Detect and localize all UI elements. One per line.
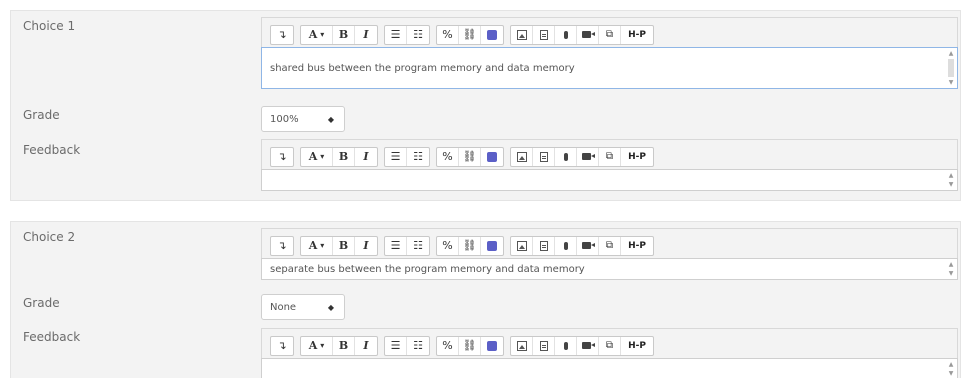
font-icon[interactable]: A ▾: [301, 147, 333, 166]
choice-2-feedback-input[interactable]: ▲ ▼: [261, 358, 958, 378]
unlink-icon[interactable]: ⛓: [459, 236, 481, 255]
link-icon[interactable]: %: [437, 336, 459, 355]
microphone-icon[interactable]: [555, 25, 577, 44]
video-icon[interactable]: [577, 236, 599, 255]
video-icon[interactable]: [577, 25, 599, 44]
undo-icon[interactable]: ↴: [271, 237, 293, 255]
undo-icon[interactable]: ↴: [271, 337, 293, 355]
media-file-icon[interactable]: [533, 336, 555, 355]
teams-icon[interactable]: [481, 237, 503, 255]
editor-toolbar: ↴ A ▾ B I ☰ ☷ % ⛓ ⧉ H-P: [261, 328, 958, 358]
choice-1-editor: ↴ A ▾ B I ☰ ☷ % ⛓ ⧉ H-P shared bus betwee…: [261, 17, 958, 89]
editor-toolbar: ↴ A ▾ B I ☰ ☷ % ⛓ ⧉ H-P: [261, 17, 958, 47]
font-icon[interactable]: A ▾: [301, 336, 333, 355]
h5p-icon[interactable]: H-P: [621, 26, 653, 44]
choice-1-answer-input[interactable]: shared bus between the program memory an…: [261, 47, 958, 89]
choice-2-grade-select[interactable]: None ◆: [261, 294, 345, 320]
microphone-icon[interactable]: [555, 336, 577, 355]
italic-icon[interactable]: I: [355, 337, 377, 355]
unordered-list-icon[interactable]: ☰: [385, 236, 407, 255]
media-file-icon[interactable]: [533, 236, 555, 255]
scrollbar[interactable]: ▲ ▼: [947, 50, 955, 86]
link-icon[interactable]: %: [437, 236, 459, 255]
undo-icon[interactable]: ↴: [271, 26, 293, 44]
editor-toolbar: ↴ A ▾ B I ☰ ☷ % ⛓ ⧉ H-P: [261, 228, 958, 258]
bold-icon[interactable]: B: [333, 236, 355, 255]
editor-toolbar: ↴ A ▾ B I ☰ ☷ % ⛓ ⧉ H-P: [261, 139, 958, 169]
manage-files-icon[interactable]: ⧉: [599, 147, 621, 166]
choice-2-grade-label: Grade: [23, 296, 60, 310]
italic-icon[interactable]: I: [355, 148, 377, 166]
link-icon[interactable]: %: [437, 25, 459, 44]
ordered-list-icon[interactable]: ☷: [407, 26, 429, 44]
choice-2-fieldset: Choice 2 ↴ A ▾ B I ☰ ☷ % ⛓ ⧉ H-P separate: [10, 221, 961, 378]
media-file-icon[interactable]: [533, 25, 555, 44]
h5p-icon[interactable]: H-P: [621, 148, 653, 166]
bold-icon[interactable]: B: [333, 25, 355, 44]
microphone-icon[interactable]: [555, 147, 577, 166]
font-icon[interactable]: A ▾: [301, 236, 333, 255]
manage-files-icon[interactable]: ⧉: [599, 25, 621, 44]
ordered-list-icon[interactable]: ☷: [407, 148, 429, 166]
teams-icon[interactable]: [481, 337, 503, 355]
unordered-list-icon[interactable]: ☰: [385, 147, 407, 166]
unlink-icon[interactable]: ⛓: [459, 147, 481, 166]
bold-icon[interactable]: B: [333, 336, 355, 355]
media-file-icon[interactable]: [533, 147, 555, 166]
choice-1-label: Choice 1: [23, 19, 76, 33]
font-icon[interactable]: A ▾: [301, 25, 333, 44]
microphone-icon[interactable]: [555, 236, 577, 255]
unordered-list-icon[interactable]: ☰: [385, 25, 407, 44]
choice-1-grade-label: Grade: [23, 108, 60, 122]
choice-1-feedback-input[interactable]: ▲ ▼: [261, 169, 958, 191]
scrollbar[interactable]: ▲ ▼: [947, 172, 955, 188]
chevron-updown-icon: ◆: [327, 114, 334, 124]
choice-2-label: Choice 2: [23, 230, 76, 244]
choice-2-feedback-label: Feedback: [23, 330, 81, 344]
video-icon[interactable]: [577, 336, 599, 355]
choice-2-answer-input[interactable]: separate bus between the program memory …: [261, 258, 958, 280]
choice-1-grade-select[interactable]: 100% ◆: [261, 106, 345, 132]
scrollbar[interactable]: ▲ ▼: [947, 361, 955, 377]
undo-icon[interactable]: ↴: [271, 148, 293, 166]
image-icon[interactable]: [511, 336, 533, 355]
image-icon[interactable]: [511, 147, 533, 166]
choice-1-feedback-editor: ↴ A ▾ B I ☰ ☷ % ⛓ ⧉ H-P ▲ ▼: [261, 139, 958, 191]
teams-icon[interactable]: [481, 148, 503, 166]
unordered-list-icon[interactable]: ☰: [385, 336, 407, 355]
teams-icon[interactable]: [481, 26, 503, 44]
unlink-icon[interactable]: ⛓: [459, 336, 481, 355]
h5p-icon[interactable]: H-P: [621, 237, 653, 255]
ordered-list-icon[interactable]: ☷: [407, 237, 429, 255]
ordered-list-icon[interactable]: ☷: [407, 337, 429, 355]
choice-1-feedback-label: Feedback: [23, 143, 81, 157]
unlink-icon[interactable]: ⛓: [459, 25, 481, 44]
manage-files-icon[interactable]: ⧉: [599, 236, 621, 255]
image-icon[interactable]: [511, 236, 533, 255]
choice-1-fieldset: Choice 1 ↴ A ▾ B I ☰ ☷ % ⛓ ⧉ H-P shared b…: [10, 10, 961, 201]
bold-icon[interactable]: B: [333, 147, 355, 166]
h5p-icon[interactable]: H-P: [621, 337, 653, 355]
choice-2-editor: ↴ A ▾ B I ☰ ☷ % ⛓ ⧉ H-P separate bus betw…: [261, 228, 958, 280]
manage-files-icon[interactable]: ⧉: [599, 336, 621, 355]
image-icon[interactable]: [511, 25, 533, 44]
scrollbar[interactable]: ▲ ▼: [947, 261, 955, 277]
italic-icon[interactable]: I: [355, 26, 377, 44]
chevron-updown-icon: ◆: [327, 302, 334, 312]
italic-icon[interactable]: I: [355, 237, 377, 255]
choice-2-feedback-editor: ↴ A ▾ B I ☰ ☷ % ⛓ ⧉ H-P ▲ ▼: [261, 328, 958, 378]
link-icon[interactable]: %: [437, 147, 459, 166]
video-icon[interactable]: [577, 147, 599, 166]
